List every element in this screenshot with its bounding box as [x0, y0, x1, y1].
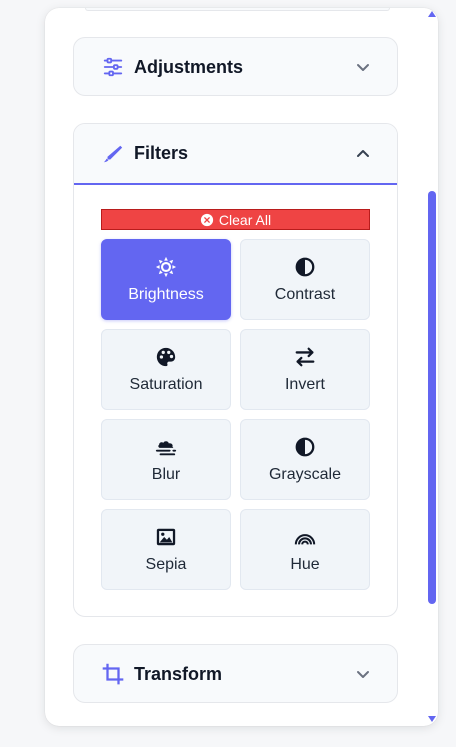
previous-section-edge: [85, 8, 390, 11]
chevron-down-icon: [355, 59, 371, 75]
filter-blur[interactable]: Blur: [101, 419, 231, 500]
contrast-icon: [294, 436, 316, 458]
filter-label: Blur: [151, 465, 181, 483]
filters-header[interactable]: Filters: [74, 124, 397, 185]
filter-label: Brightness: [128, 285, 204, 303]
filters-title: Filters: [134, 143, 189, 163]
filter-label: Hue: [290, 555, 320, 573]
filter-contrast[interactable]: Contrast: [240, 239, 370, 320]
transform-title: Transform: [134, 663, 223, 684]
clear-all-label: Clear All: [218, 211, 272, 228]
filter-grayscale[interactable]: Grayscale: [240, 419, 370, 500]
section-adjustments: Adjustments: [73, 37, 398, 96]
editor-panel: Adjustments Filters Clear All Brightness…: [45, 8, 438, 726]
sun-icon: [155, 256, 177, 278]
vertical-scrollbar[interactable]: [427, 8, 437, 726]
crop-icon: [102, 663, 124, 685]
filter-grid: Brightness Contrast Saturation Invert Bl…: [101, 239, 370, 590]
sliders-icon: [102, 56, 124, 78]
filter-label: Contrast: [274, 285, 336, 303]
chevron-down-icon: [355, 666, 371, 682]
rainbow-icon: [294, 526, 316, 548]
filter-hue[interactable]: Hue: [240, 509, 370, 590]
scroll-up-arrow-icon[interactable]: [428, 11, 436, 17]
section-transform: Transform: [73, 644, 398, 703]
palette-icon: [155, 346, 177, 368]
image-icon: [155, 526, 177, 548]
adjustments-title: Adjustments: [134, 56, 244, 77]
filter-label: Sepia: [145, 555, 187, 573]
filter-brightness[interactable]: Brightness: [101, 239, 231, 320]
transform-header[interactable]: Transform: [74, 645, 397, 703]
scroll-thumb[interactable]: [428, 191, 436, 604]
filter-saturation[interactable]: Saturation: [101, 329, 231, 410]
filter-label: Saturation: [129, 375, 203, 393]
chevron-up-icon: [355, 146, 371, 162]
filter-label: Grayscale: [268, 465, 342, 483]
brush-icon: [102, 143, 124, 165]
smog-icon: [155, 436, 177, 458]
filter-sepia[interactable]: Sepia: [101, 509, 231, 590]
filter-label: Invert: [284, 375, 325, 393]
section-filters: Filters Clear All Brightness Contrast Sa…: [73, 123, 398, 617]
scroll-down-arrow-icon[interactable]: [428, 716, 436, 722]
clear-all-button[interactable]: Clear All: [101, 209, 370, 230]
contrast-icon: [294, 256, 316, 278]
close-circle-icon: [200, 213, 214, 227]
swap-arrows-icon: [294, 346, 316, 368]
adjustments-header[interactable]: Adjustments: [74, 38, 397, 96]
filter-invert[interactable]: Invert: [240, 329, 370, 410]
